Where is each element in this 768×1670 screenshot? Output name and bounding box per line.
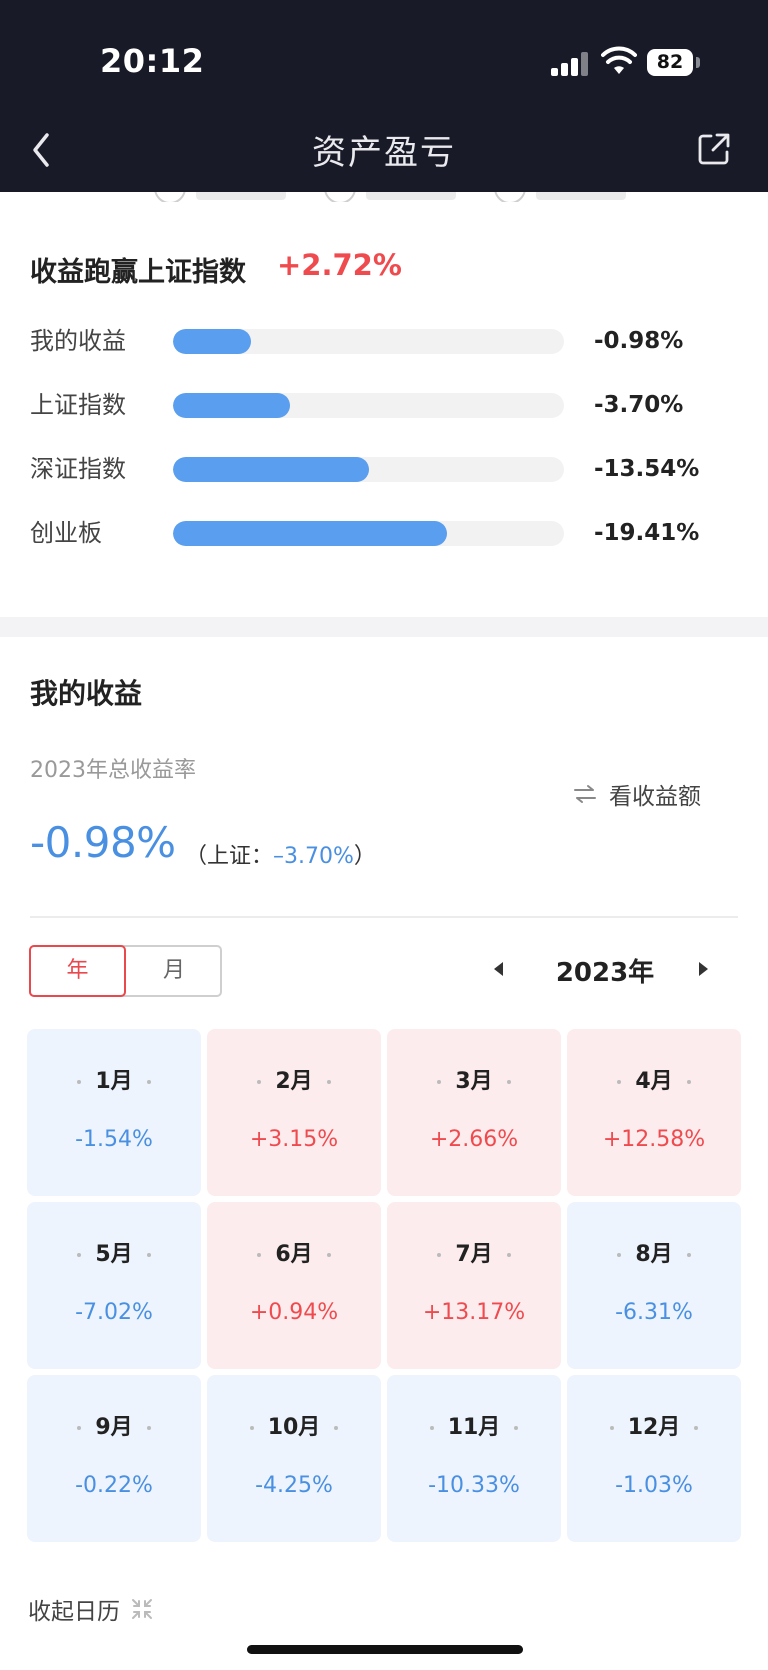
benchmark-row: 深证指数 -13.54% [0, 449, 768, 489]
collapse-calendar-button[interactable]: 收起日历 [28, 1592, 154, 1626]
month-name: 8月 [567, 1236, 741, 1268]
benchmark-bar-fill [173, 393, 291, 418]
month-return: +12.58% [602, 1127, 706, 1152]
share-icon[interactable] [696, 131, 732, 167]
toggle-amount-label: 看收益额 [609, 784, 701, 810]
benchmark-diff: +2.72% [277, 248, 402, 282]
month-name: 3月 [387, 1063, 561, 1095]
month-return: -1.54% [75, 1127, 153, 1152]
month-cell[interactable]: 3月 +2.66% [387, 1029, 561, 1196]
benchmark-value: -0.98% [594, 328, 684, 354]
benchmark-bar-fill [173, 457, 369, 482]
month-name: 12月 [567, 1409, 741, 1441]
benchmark-label: 上证指数 [30, 391, 126, 419]
month-cell[interactable]: 9月 -0.22% [27, 1375, 201, 1542]
month-name: 4月 [567, 1063, 741, 1095]
benchmark-title: 收益跑赢上证指数 [30, 257, 246, 288]
month-cell[interactable]: 4月 +12.58% [567, 1029, 741, 1196]
month-return: +2.66% [429, 1127, 519, 1152]
month-return: -10.33% [428, 1473, 520, 1498]
battery-indicator: 82 [647, 49, 693, 76]
month-return: -4.25% [255, 1473, 333, 1498]
month-cell[interactable]: 8月 -6.31% [567, 1202, 741, 1369]
bench-suffix: ） [353, 844, 376, 869]
benchmark-comparison: （上证：–3.70%） [185, 838, 376, 870]
bench-prefix: （上证： [185, 844, 274, 869]
month-calendar-grid: 1月 -1.54% 2月 +3.15% 3月 +2.66% 4月 +12.58% 5月 -… [27, 1029, 743, 1542]
month-cell[interactable]: 2月 +3.15% [207, 1029, 381, 1196]
month-return: -1.03% [615, 1473, 693, 1498]
month-cell[interactable]: 5月 -7.02% [27, 1202, 201, 1369]
month-return: +13.17% [422, 1300, 526, 1325]
month-return: -7.02% [75, 1300, 153, 1325]
swap-arrows-icon [574, 785, 596, 803]
home-indicator [247, 1645, 523, 1654]
bench-value: –3.70% [273, 844, 354, 869]
status-time: 20:12 [100, 42, 205, 80]
benchmark-label: 深证指数 [30, 455, 126, 483]
month-name: 6月 [207, 1236, 381, 1268]
month-return: -0.22% [75, 1473, 153, 1498]
radio-option-3-label [536, 192, 626, 200]
radio-option-2[interactable] [324, 192, 356, 202]
next-year-arrow-icon[interactable] [699, 962, 708, 976]
benchmark-bar-fill [173, 329, 252, 354]
month-name: 1月 [27, 1063, 201, 1095]
battery-tip [696, 57, 700, 68]
benchmark-row: 创业板 -19.41% [0, 513, 768, 553]
toggle-amount-button[interactable]: 看收益额 [573, 777, 701, 811]
section-divider [0, 617, 768, 637]
prev-year-arrow-icon[interactable] [494, 962, 503, 976]
benchmark-bar-track [173, 521, 564, 546]
section-title: 我的收益 [30, 677, 143, 710]
month-cell[interactable]: 10月 -4.25% [207, 1375, 381, 1542]
benchmark-label: 创业板 [30, 519, 102, 547]
month-return: +3.15% [249, 1127, 339, 1152]
divider-line [30, 916, 738, 918]
benchmark-row: 上证指数 -3.70% [0, 385, 768, 425]
collapse-arrows-icon [132, 1599, 152, 1619]
benchmark-value: -19.41% [594, 520, 700, 546]
radio-option-3[interactable] [494, 192, 526, 202]
month-return: -6.31% [615, 1300, 693, 1325]
total-rate-value: -0.98% [30, 818, 176, 867]
month-cell[interactable]: 6月 +0.94% [207, 1202, 381, 1369]
month-cell[interactable]: 12月 -1.03% [567, 1375, 741, 1542]
radio-option-2-label [366, 192, 456, 200]
month-return: +0.94% [249, 1300, 339, 1325]
month-name: 2月 [207, 1063, 381, 1095]
radio-option-1[interactable] [154, 192, 186, 202]
month-cell[interactable]: 7月 +13.17% [387, 1202, 561, 1369]
radio-option-1-label [196, 192, 286, 200]
benchmark-label: 我的收益 [30, 327, 126, 355]
benchmark-row: 我的收益 -0.98% [0, 321, 768, 361]
month-name: 5月 [27, 1236, 201, 1268]
month-name: 10月 [207, 1409, 381, 1441]
month-cell[interactable]: 1月 -1.54% [27, 1029, 201, 1196]
benchmark-bar-fill [173, 521, 447, 546]
benchmark-bar-track [173, 329, 564, 354]
top-bar: 20:12 82 资产盈亏 [0, 0, 768, 192]
month-cell[interactable]: 11月 -10.33% [387, 1375, 561, 1542]
tab-month[interactable]: 月 [126, 945, 222, 997]
benchmark-value: -13.54% [594, 456, 700, 482]
year-label: 2023年 [555, 958, 655, 988]
month-name: 11月 [387, 1409, 561, 1441]
benchmark-bar-track [173, 457, 564, 482]
benchmark-value: -3.70% [594, 392, 684, 418]
wifi-icon [601, 46, 637, 74]
collapse-calendar-label: 收起日历 [28, 1599, 120, 1625]
page-title: 资产盈亏 [312, 133, 456, 173]
month-name: 7月 [387, 1236, 561, 1268]
month-name: 9月 [27, 1409, 201, 1441]
total-rate-subtitle: 2023年总收益率 [30, 758, 196, 783]
cellular-signal-icon [551, 52, 591, 76]
tab-year[interactable]: 年 [29, 945, 126, 997]
index-selector-row [0, 192, 768, 202]
benchmark-bar-track [173, 393, 564, 418]
